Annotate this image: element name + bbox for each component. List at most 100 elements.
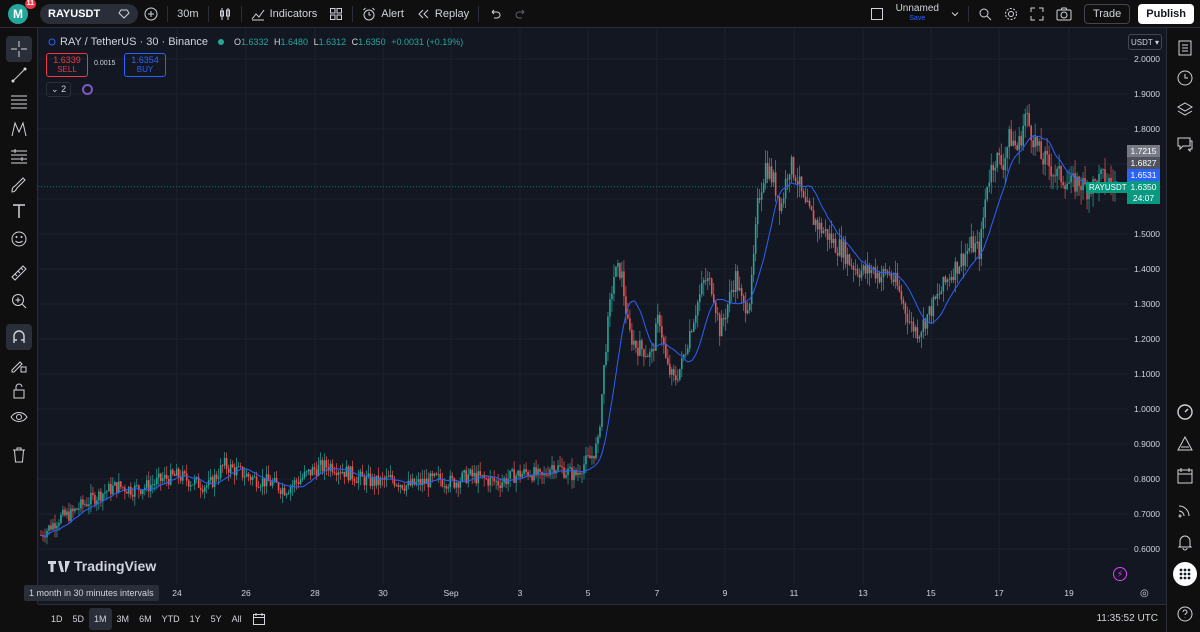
range-ytd[interactable]: YTD <box>157 608 185 630</box>
candle-body-down <box>485 477 487 479</box>
replay-button[interactable]: Replay <box>410 0 475 28</box>
brush-tool[interactable] <box>6 172 32 198</box>
clock-timezone[interactable]: 11:35:52 UTC <box>1096 613 1158 624</box>
settings-button[interactable] <box>998 0 1024 28</box>
candle-body-up <box>679 368 681 380</box>
open-value: 1.6332 <box>240 37 269 47</box>
range-1m[interactable]: 1M <box>89 607 112 630</box>
range-1d[interactable]: 1D <box>46 608 68 630</box>
candle-body-down <box>531 476 533 481</box>
candle-body-down <box>589 455 591 459</box>
quick-search-button[interactable] <box>972 0 998 28</box>
help-button[interactable] <box>1173 602 1197 626</box>
fib-tool[interactable] <box>6 144 32 170</box>
candle-body-up <box>569 467 571 469</box>
user-avatar[interactable]: M 11 <box>8 0 36 24</box>
indicators-button[interactable]: Indicators <box>245 0 324 28</box>
magnet-tool[interactable] <box>6 324 32 350</box>
publish-button[interactable]: Publish <box>1138 3 1194 24</box>
gauge-button[interactable] <box>1173 400 1197 424</box>
candle-body-down <box>563 467 565 478</box>
hide-drawings-tool[interactable] <box>6 404 32 430</box>
chart-type-button[interactable] <box>212 0 238 28</box>
loading-spinner-icon <box>82 84 93 95</box>
trend-line-tool[interactable] <box>6 62 32 88</box>
candle-body-down <box>499 485 501 488</box>
ruler-tool[interactable] <box>6 260 32 286</box>
candle-body-down <box>122 486 124 488</box>
layout-menu-button[interactable] <box>945 0 965 28</box>
chart-pane[interactable]: RAY / TetherUS · 30 · Binance O1.6332 H1… <box>38 28 1166 604</box>
price-label-mid: 1.6827 <box>1127 157 1160 169</box>
compare-button[interactable] <box>138 0 164 28</box>
candle-body-up <box>854 268 857 270</box>
sell-button[interactable]: 1.6339 SELL <box>46 53 88 77</box>
range-5y[interactable]: 5Y <box>206 608 227 630</box>
snapshot-button[interactable] <box>1050 0 1078 28</box>
indicator-collapse-button[interactable]: ⌄ 2 <box>46 82 72 97</box>
tv-logo-icon <box>48 561 70 572</box>
candle-body-down <box>269 481 272 486</box>
range-6m[interactable]: 6M <box>134 608 157 630</box>
candle-body-up <box>814 220 817 225</box>
parallel-channel-tool[interactable] <box>6 88 32 114</box>
alerts-panel-button[interactable] <box>1173 66 1197 90</box>
range-3m[interactable]: 3M <box>112 608 135 630</box>
trade-button[interactable]: Trade <box>1083 3 1131 24</box>
pattern-tool[interactable] <box>6 116 32 142</box>
alert-button[interactable]: Alert <box>356 0 410 28</box>
calendar-button[interactable] <box>1173 464 1197 488</box>
candle-body-down <box>159 473 162 481</box>
range-all[interactable]: All <box>227 608 247 630</box>
text-tool[interactable] <box>6 198 32 224</box>
candle-body-up <box>1102 169 1104 170</box>
time-tick: 15 <box>926 588 936 598</box>
symbol-search-button[interactable]: RAYUSDT <box>40 3 139 24</box>
candle-body-down <box>255 476 258 487</box>
layout-checkbox[interactable] <box>864 0 890 28</box>
candle-body-down <box>1046 150 1048 155</box>
fullscreen-button[interactable] <box>1024 0 1050 28</box>
apps-button[interactable] <box>1173 562 1197 586</box>
square-icon <box>870 7 883 20</box>
magnet-icon <box>13 330 25 343</box>
undo-button[interactable] <box>482 0 508 28</box>
ideas-button[interactable] <box>1173 432 1197 456</box>
price-chart[interactable] <box>38 28 1128 584</box>
interval-button[interactable]: 30m <box>171 0 204 28</box>
object-tree-button[interactable] <box>1173 98 1197 122</box>
candle-body-down <box>712 294 715 303</box>
chats-button[interactable] <box>1173 132 1197 156</box>
buy-button[interactable]: 1.6354 BUY <box>124 53 166 77</box>
chat-icon <box>1177 137 1193 153</box>
remove-drawings-tool[interactable] <box>6 442 32 468</box>
notifications-button[interactable] <box>1173 530 1197 554</box>
candle-body-down <box>1074 173 1076 192</box>
tradingview-logo[interactable]: TradingView <box>48 558 156 574</box>
watchlist-button[interactable] <box>1173 36 1197 60</box>
range-1y[interactable]: 1Y <box>185 608 206 630</box>
candle-body-up <box>1070 175 1072 183</box>
candle-body-up <box>942 276 945 292</box>
candle-body-up <box>734 271 737 292</box>
crosshair-tool[interactable] <box>6 36 32 62</box>
candle-body-down <box>631 329 633 345</box>
candle-body-down <box>233 467 236 476</box>
lock-drawings-tool[interactable] <box>6 378 32 404</box>
zoom-in-tool[interactable] <box>6 288 32 314</box>
currency-button[interactable]: USDT ▾ <box>1128 34 1162 50</box>
candle-body-up <box>968 248 971 252</box>
emoji-tool[interactable] <box>6 226 32 252</box>
candle-body-up <box>153 484 156 485</box>
layouts-button[interactable] <box>323 0 349 28</box>
candle-body-up <box>455 482 458 488</box>
range-5d[interactable]: 5D <box>68 608 90 630</box>
layout-name-button[interactable]: Unnamed Save <box>890 0 945 28</box>
streams-button[interactable] <box>1173 498 1197 522</box>
candle-body-down <box>239 466 242 467</box>
axis-settings-icon[interactable]: ◎ <box>1140 588 1149 599</box>
lightning-icon[interactable]: ⚡ <box>1113 567 1127 581</box>
stay-drawing-tool[interactable] <box>6 352 32 378</box>
date-range-button[interactable] <box>247 608 271 630</box>
redo-button[interactable] <box>508 0 534 28</box>
